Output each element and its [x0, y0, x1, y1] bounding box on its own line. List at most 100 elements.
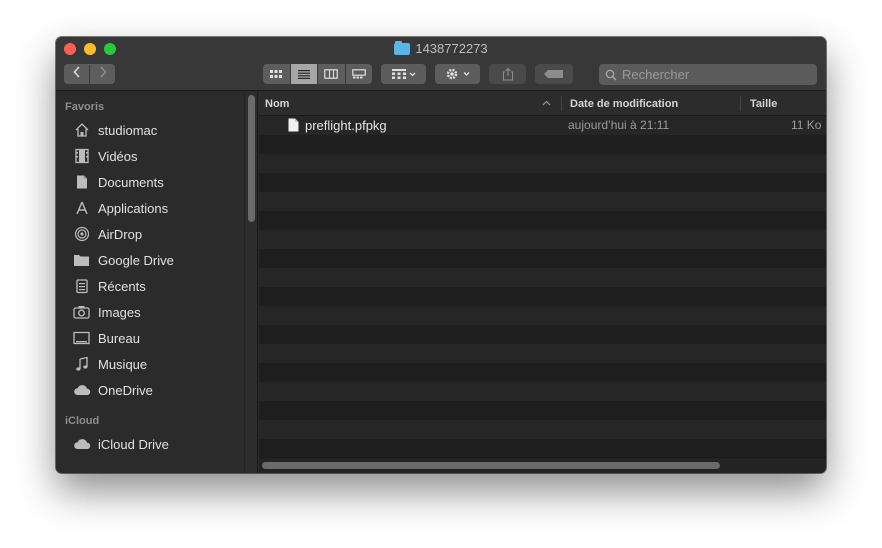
empty-row [259, 306, 826, 325]
folder-icon [394, 40, 411, 55]
column-view-icon [324, 69, 339, 79]
empty-row [259, 173, 826, 192]
file-name: preflight.pfpkg [305, 118, 387, 133]
applications-icon [72, 199, 91, 217]
empty-row [259, 268, 826, 287]
sidebar-item-videos[interactable]: Vidéos [72, 145, 138, 167]
sidebar-item-onedrive[interactable]: OneDrive [72, 379, 153, 401]
camera-icon [72, 303, 91, 321]
horizontal-scrollbar[interactable] [259, 457, 826, 473]
sidebar-item-documents[interactable]: Documents [72, 171, 164, 193]
group-button[interactable] [381, 64, 426, 84]
tag-icon [544, 70, 563, 78]
music-icon [72, 355, 91, 373]
empty-row [259, 230, 826, 249]
cloud-icon [72, 435, 91, 453]
tag-button[interactable] [535, 64, 573, 84]
list-rows: preflight.pfpkg aujourd’hui à 21:11 11 K… [259, 116, 826, 458]
sidebar-item-label: Google Drive [98, 252, 174, 268]
list-header: Nom Date de modification Taille [259, 92, 826, 116]
column-header-modified[interactable]: Date de modification [570, 98, 678, 110]
empty-row [259, 135, 826, 154]
cloud-icon [72, 381, 91, 399]
empty-row [259, 287, 826, 306]
window-title-text: 1438772273 [415, 41, 488, 56]
empty-row [259, 420, 826, 439]
sidebar-item-label: studiomac [98, 122, 158, 138]
sidebar-item-google-drive[interactable]: Google Drive [72, 249, 174, 271]
sidebar-item-images[interactable]: Images [72, 301, 141, 323]
share-icon [502, 67, 513, 81]
sidebar: Favoris studiomac Vidéos Documents Appli… [56, 92, 258, 473]
search-input[interactable] [622, 67, 802, 82]
sidebar-item-label: AirDrop [98, 226, 143, 242]
sidebar-section-icloud: iCloud [65, 415, 100, 427]
back-button[interactable] [64, 65, 89, 84]
empty-row [259, 211, 826, 230]
sidebar-item-icloud-drive[interactable]: iCloud Drive [72, 433, 169, 455]
empty-row [259, 439, 826, 458]
sidebar-item-label: Récents [98, 278, 146, 294]
sidebar-item-musique[interactable]: Musique [72, 353, 147, 375]
icon-view-icon [270, 70, 283, 78]
search-icon [605, 69, 617, 81]
sort-ascending-icon [542, 100, 551, 106]
sidebar-scrollbar[interactable] [244, 92, 257, 473]
sidebar-scroll-thumb[interactable] [248, 95, 255, 222]
sidebar-item-recents[interactable]: Récents [72, 275, 146, 297]
file-size: 11 Ko [791, 118, 822, 132]
empty-row [259, 382, 826, 401]
gallery-view-button[interactable] [344, 64, 373, 84]
empty-row [259, 249, 826, 268]
icon-view-button[interactable] [263, 64, 290, 84]
share-button[interactable] [489, 64, 526, 84]
sidebar-item-airdrop[interactable]: AirDrop [72, 223, 142, 245]
chevron-left-icon [72, 65, 80, 78]
list-view-icon [297, 70, 310, 79]
finder-window: 1438772273 Rechercher Favoris studiomac … [56, 37, 826, 473]
forward-button[interactable] [89, 64, 115, 84]
sidebar-section-favorites: Favoris [65, 101, 105, 113]
sidebar-item-label: Applications [98, 200, 169, 216]
gear-icon [446, 68, 469, 80]
sidebar-item-label: Musique [98, 356, 148, 372]
folder-icon [72, 251, 91, 269]
empty-row [259, 154, 826, 173]
search-field[interactable] [599, 64, 817, 85]
film-icon [72, 147, 91, 165]
empty-row [259, 363, 826, 382]
sidebar-item-applications[interactable]: Applications [72, 197, 168, 219]
view-mode-control [263, 64, 372, 84]
empty-row [259, 344, 826, 363]
sidebar-item-label: Documents [98, 174, 164, 190]
file-list: Nom Date de modification Taille prefligh… [259, 92, 826, 473]
file-icon [288, 118, 299, 132]
table-row[interactable]: preflight.pfpkg aujourd’hui à 21:11 11 K… [259, 116, 826, 135]
empty-row [259, 401, 826, 420]
column-header-size[interactable]: Taille [750, 98, 777, 110]
list-view-button[interactable] [289, 64, 317, 84]
empty-row [259, 192, 826, 211]
airdrop-icon [72, 225, 91, 243]
column-divider[interactable] [740, 96, 741, 111]
chevron-right-icon [99, 65, 107, 78]
sidebar-item-label: iCloud Drive [98, 436, 169, 452]
navigation-buttons [64, 64, 115, 84]
recents-icon [72, 277, 91, 295]
sidebar-item-label: Bureau [98, 330, 140, 346]
column-view-button[interactable] [317, 64, 345, 84]
document-icon [72, 173, 91, 191]
sidebar-item-bureau[interactable]: Bureau [72, 327, 140, 349]
sidebar-item-label: Images [98, 304, 141, 320]
column-header-name[interactable]: Nom [265, 98, 289, 110]
column-divider[interactable] [561, 96, 562, 111]
desktop-icon [72, 329, 91, 347]
action-menu-button[interactable] [435, 64, 480, 84]
sidebar-item-studiomac[interactable]: studiomac [72, 119, 157, 141]
empty-row [259, 325, 826, 344]
horizontal-scroll-thumb[interactable] [262, 462, 720, 469]
window-title: 1438772273 [56, 40, 826, 56]
group-icon [391, 69, 415, 79]
sidebar-item-label: Vidéos [98, 148, 138, 164]
gallery-view-icon [351, 69, 366, 79]
